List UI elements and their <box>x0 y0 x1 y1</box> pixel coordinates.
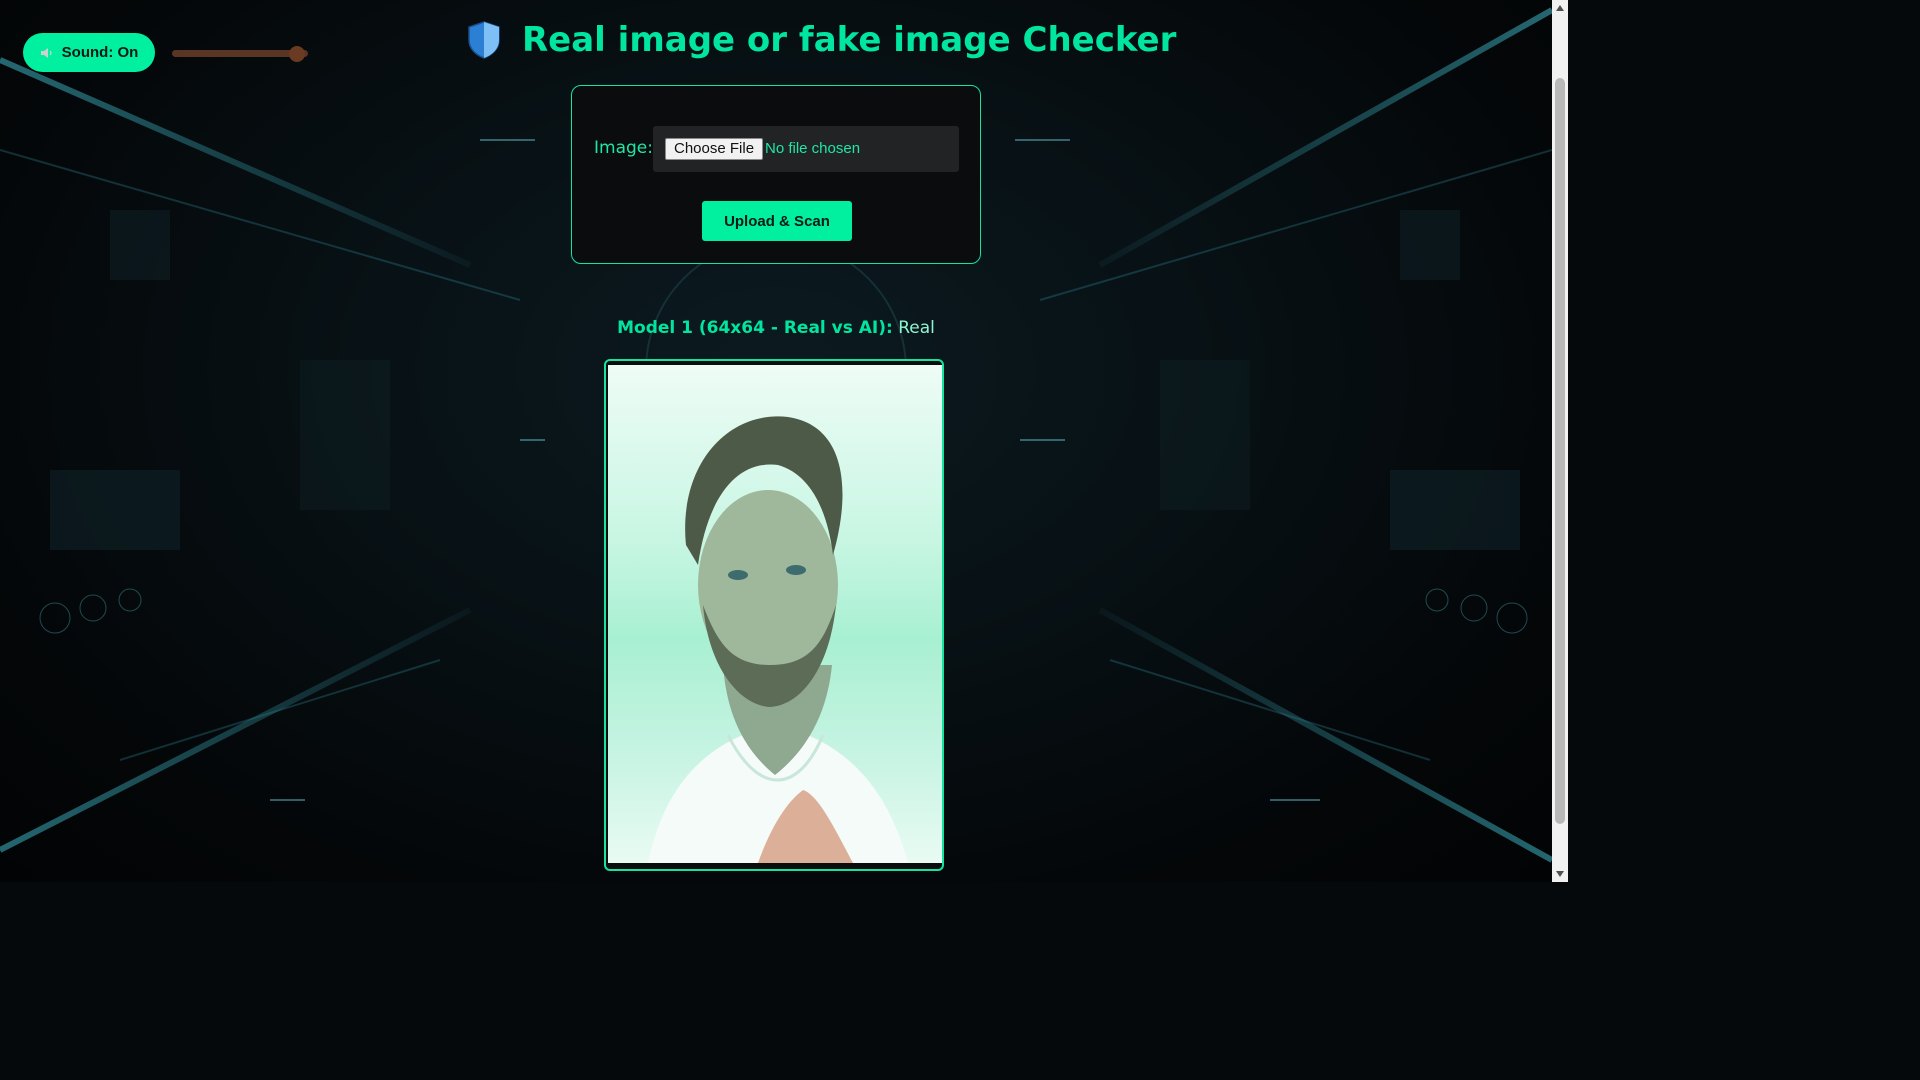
file-input[interactable]: Choose File No file chosen <box>653 126 959 172</box>
sound-toggle-button[interactable]: Sound: On <box>23 33 155 72</box>
speaker-icon <box>40 46 54 60</box>
upload-form: Image: Choose File No file chosen Upload… <box>571 85 981 264</box>
scroll-down-arrow-icon[interactable] <box>1552 866 1568 882</box>
image-field-label: Image: <box>594 138 653 158</box>
uploaded-image-preview <box>608 365 942 863</box>
scrollbar-thumb[interactable] <box>1555 78 1565 824</box>
page-header: Real image or fake image Checker <box>466 14 1176 66</box>
volume-slider-track[interactable] <box>172 50 308 57</box>
page-scrollbar[interactable] <box>1552 0 1568 882</box>
scroll-up-arrow-icon[interactable] <box>1552 0 1568 16</box>
image-preview-frame <box>604 359 944 871</box>
result-line: Model 1 (64x64 - Real vs AI): Real <box>0 318 1552 338</box>
portrait-photo <box>648 416 908 863</box>
shield-icon <box>468 21 500 59</box>
volume-slider-thumb[interactable] <box>289 46 305 62</box>
choose-file-button[interactable]: Choose File <box>665 138 764 160</box>
result-value: Real <box>898 318 935 338</box>
volume-slider[interactable] <box>172 46 316 62</box>
page-title: Real image or fake image Checker <box>522 20 1177 60</box>
upload-scan-button[interactable]: Upload & Scan <box>702 201 852 241</box>
result-label: Model 1 (64x64 - Real vs AI): <box>617 318 893 338</box>
file-status-text: No file chosen <box>765 140 861 157</box>
sound-toggle-label: Sound: On <box>61 44 139 61</box>
